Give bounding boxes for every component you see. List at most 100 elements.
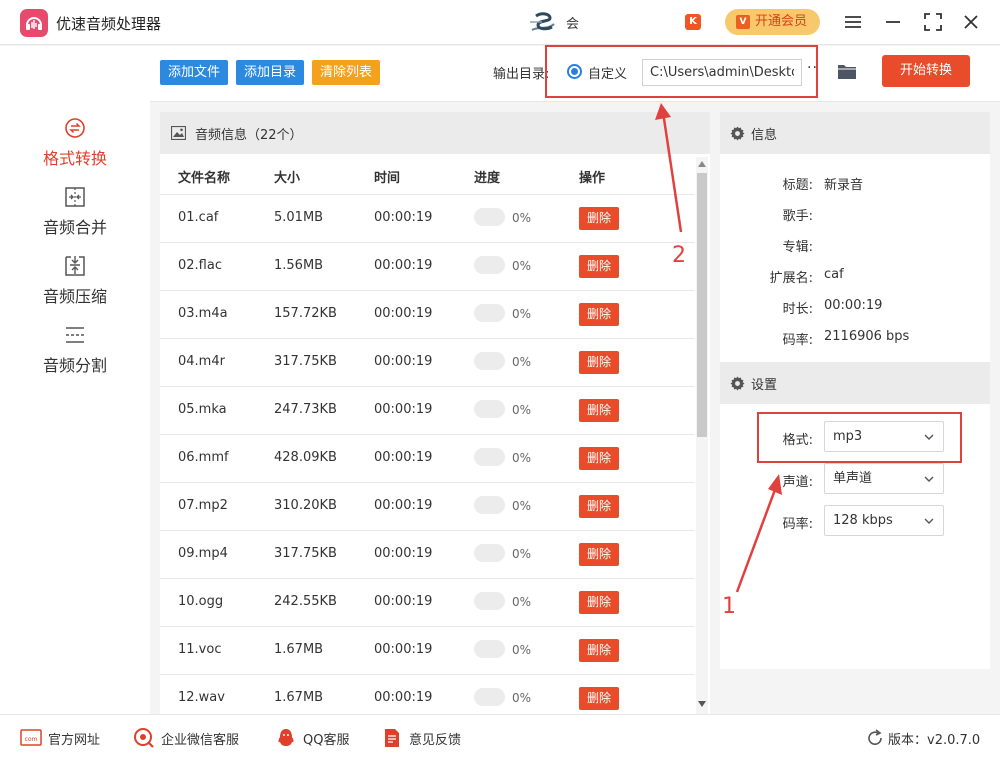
add-file-button[interactable]: 添加文件 [160,60,229,85]
minimize-icon[interactable] [882,11,904,33]
progress-text: 0% [512,499,532,513]
output-dir-label: 输出目录: [493,67,550,82]
table-row[interactable]: 05.mka 247.73KB 00:00:19 0% 删除 [160,386,695,434]
table-row[interactable]: 12.wav 1.67MB 00:00:19 0% 删除 [160,674,695,714]
progress-bar [474,640,505,658]
qq-service-link[interactable]: QQ客服 [303,729,349,748]
info-label-duration: 时长: [782,302,813,317]
file-size: 242.55KB [274,594,337,609]
file-time: 00:00:19 [374,258,433,273]
progress-text: 0% [512,307,532,321]
version-text: 版本：v2.0.7.0 [888,733,981,748]
scroll-down-icon[interactable] [698,701,706,707]
file-time: 00:00:19 [374,546,433,561]
progress-text: 0% [512,403,532,417]
table-row[interactable]: 02.flac 1.56MB 00:00:19 0% 删除 [160,242,695,290]
progress-text: 0% [512,355,532,369]
col-name: 文件名称 [178,171,231,186]
folder-icon[interactable] [837,62,857,80]
feedback-icon [381,727,403,749]
close-icon[interactable] [960,11,982,33]
progress-bar [474,688,505,706]
delete-button[interactable]: 删除 [579,447,620,470]
progress-bar [474,448,505,466]
progress-bar [474,544,505,562]
sidebar-item-format-convert[interactable]: 格式转换 [0,116,150,178]
progress-text: 0% [512,211,532,225]
table-row[interactable]: 06.mmf 428.09KB 00:00:19 0% 删除 [160,434,695,482]
convert-icon [63,116,87,140]
menu-icon[interactable] [842,11,864,33]
progress-bar [474,304,505,322]
file-name: 11.voc [178,642,222,657]
sidebar-item-audio-split[interactable]: 音频分割 [0,323,150,385]
table-row[interactable]: 03.m4a 157.72KB 00:00:19 0% 删除 [160,290,695,338]
refresh-icon[interactable] [864,727,886,749]
website-icon: com [20,727,42,749]
scroll-up-icon[interactable] [698,161,706,167]
table-row[interactable]: 10.ogg 242.55KB 00:00:19 0% 删除 [160,578,695,626]
sidebar-item-audio-compress[interactable]: 音频压缩 [0,254,150,316]
file-list-panel: 音频信息（22个） 文件名称 大小 时间 进度 操作 01.caf 5.01MB 0… [160,112,710,714]
delete-button[interactable]: 删除 [579,543,620,566]
info-title: 信息 [751,128,778,143]
table-row[interactable]: 09.mp4 317.75KB 00:00:19 0% 删除 [160,530,695,578]
info-label-title: 标题: [782,178,813,193]
clear-list-button[interactable]: 清除列表 [312,60,381,85]
progress-bar [474,496,505,514]
annotation-box-output [545,45,818,98]
table-row[interactable]: 04.m4r 317.75KB 00:00:19 0% 删除 [160,338,695,386]
start-convert-button[interactable]: 开始转换 [882,55,970,87]
bitrate-select[interactable]: 128 kbps [824,505,944,536]
channel-select[interactable]: 单声道 [824,463,944,494]
progress-text: 0% [512,691,532,705]
file-size: 428.09KB [274,450,337,465]
file-size: 247.73KB [274,402,337,417]
info-value-duration: 00:00:19 [824,298,883,313]
delete-button[interactable]: 删除 [579,255,620,278]
sidebar-item-audio-merge[interactable]: 音频合并 [0,185,150,247]
table-row[interactable]: 07.mp2 310.20KB 00:00:19 0% 删除 [160,482,695,530]
info-value-bitrate: 2116906 bps [824,329,910,344]
file-name: 05.mka [178,402,227,417]
maximize-icon[interactable] [922,11,944,33]
app-title: 优速音频处理器 [56,15,162,33]
scroll-thumb[interactable] [697,173,707,437]
delete-button[interactable]: 删除 [579,351,620,374]
file-name: 04.m4r [178,354,225,369]
info-value-title: 新录音 [824,178,864,193]
delete-button[interactable]: 删除 [579,399,620,422]
website-link[interactable]: 官方网址 [48,729,100,748]
file-size: 1.67MB [274,642,324,657]
file-name: 10.ogg [178,594,224,609]
file-time: 00:00:19 [374,642,433,657]
feedback-link[interactable]: 意见反馈 [409,729,461,748]
add-dir-button[interactable]: 添加目录 [236,60,305,85]
file-size: 157.72KB [274,306,337,321]
delete-button[interactable]: 删除 [579,303,620,326]
sidebar-item-label: 格式转换 [42,149,107,168]
col-progress: 进度 [474,171,501,186]
delete-button[interactable]: 删除 [579,687,620,710]
delete-button[interactable]: 删除 [579,207,620,230]
file-time: 00:00:19 [374,210,433,225]
delete-button[interactable]: 删除 [579,495,620,518]
progress-text: 0% [512,595,532,609]
hot-icon[interactable]: K [685,14,701,30]
bitrate-label: 码率: [782,517,813,532]
qq-icon [275,727,297,749]
vip-button[interactable]: V 开通会员 [725,9,820,35]
delete-button[interactable]: 删除 [579,639,620,662]
file-list-scrollbar[interactable] [696,157,708,714]
chevron-down-icon [924,518,934,524]
user-name[interactable]: 会 [566,13,579,32]
progress-text: 0% [512,547,532,561]
app-logo-icon [20,9,48,37]
table-row[interactable]: 11.voc 1.67MB 00:00:19 0% 删除 [160,626,695,674]
progress-text: 0% [512,643,532,657]
chevron-down-icon [924,476,934,482]
gear-icon [730,126,745,141]
wechat-service-link[interactable]: 企业微信客服 [161,729,239,748]
delete-button[interactable]: 删除 [579,591,620,614]
table-row[interactable]: 01.caf 5.01MB 00:00:19 0% 删除 [160,194,695,242]
